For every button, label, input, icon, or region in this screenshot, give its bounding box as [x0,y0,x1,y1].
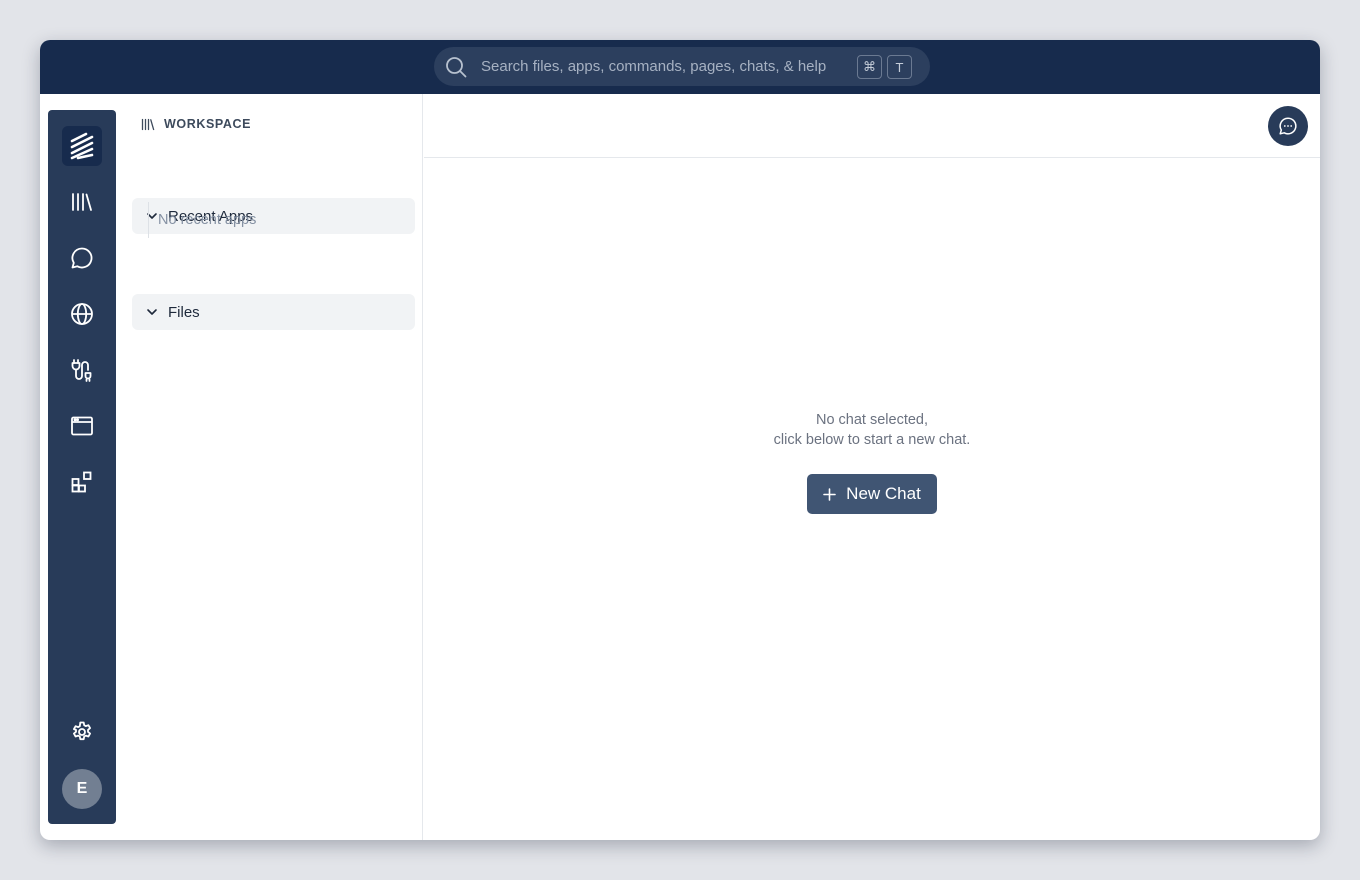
home-logo-button[interactable] [62,126,102,166]
settings-button[interactable] [62,712,102,752]
browser-window-icon [71,416,93,436]
chat-bubble-icon [71,247,93,269]
rail-item-chats[interactable] [62,238,102,278]
integration-icon [71,359,92,382]
apps-grid-icon [71,471,92,493]
icon-rail: E [48,110,116,824]
globe-icon [71,303,93,325]
section-files[interactable]: Files [132,294,415,330]
library-icon [141,118,155,130]
workspace-header: WORKSPACE [141,117,251,131]
search-bar[interactable]: Search files, apps, commands, pages, cha… [434,47,930,86]
shortcut-key-t: T [887,55,912,79]
rail-item-web[interactable] [62,294,102,334]
workspace-panel: WORKSPACE Recent Apps No recent apps Fil… [124,94,423,840]
rail-item-apps[interactable] [62,462,102,502]
stacked-logo-icon [70,132,94,160]
chat-toggle-button[interactable] [1268,106,1308,146]
shortcut-key-command: ⌘ [857,55,882,79]
user-avatar[interactable]: E [62,769,102,809]
chevron-down-icon [147,309,157,315]
library-icon [72,193,92,211]
new-chat-button[interactable]: New Chat [807,474,937,514]
search-icon [445,56,467,78]
gear-icon [73,721,91,741]
search-placeholder: Search files, apps, commands, pages, cha… [481,58,827,75]
chat-main-area: No chat selected, click below to start a… [424,94,1320,840]
chat-header [424,94,1320,158]
no-chat-line-2: click below to start a new chat. [773,432,971,448]
recent-apps-empty: No recent apps [148,202,256,238]
rail-item-library[interactable] [62,182,102,222]
chat-dots-icon [1279,117,1297,135]
no-chat-message: No chat selected, click below to start a… [424,410,1320,450]
workspace-title: WORKSPACE [164,117,252,131]
plus-icon [823,487,836,501]
app-window: Search files, apps, commands, pages, cha… [40,40,1320,840]
new-chat-label: New Chat [846,484,921,503]
top-bar: Search files, apps, commands, pages, cha… [40,40,1320,94]
section-label: Files [168,303,200,321]
no-chat-line-1: No chat selected, [815,412,929,428]
rail-item-integrations[interactable] [62,350,102,390]
rail-item-browser[interactable] [62,406,102,446]
